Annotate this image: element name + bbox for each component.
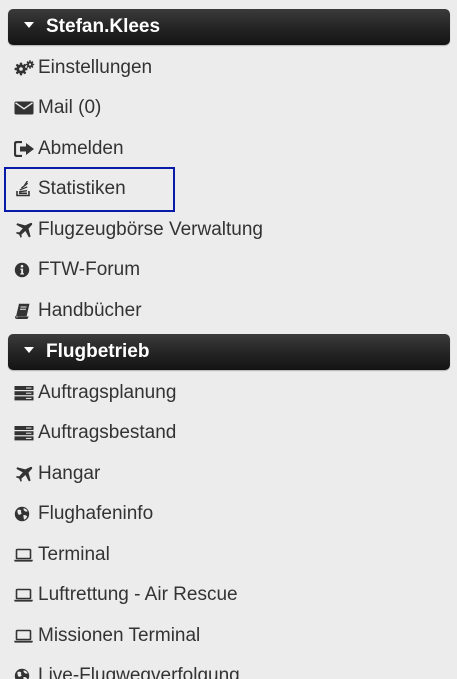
book-icon bbox=[14, 303, 36, 319]
menu-item-live-flugwegverfolgung[interactable]: Live-Flugwegverfolgung bbox=[0, 656, 457, 679]
menu-item-label: FTW-Forum bbox=[38, 259, 141, 280]
menu-item-label: Missionen Terminal bbox=[38, 625, 201, 646]
laptop-icon bbox=[14, 587, 36, 603]
plane-icon bbox=[14, 222, 36, 238]
menu-item-missionen-terminal[interactable]: Missionen Terminal bbox=[0, 616, 457, 656]
menu-item-label: Flughafeninfo bbox=[38, 503, 154, 524]
menu-item-label: Flugzeugbörse Verwaltung bbox=[38, 219, 263, 240]
menu-item-hangar[interactable]: Hangar bbox=[0, 454, 457, 494]
menu-item-flughafeninfo[interactable]: Flughafeninfo bbox=[0, 494, 457, 534]
menu-item-handbuecher[interactable]: Handbücher bbox=[0, 291, 457, 331]
info-icon bbox=[14, 262, 36, 278]
server-icon bbox=[14, 385, 36, 401]
globe-icon bbox=[14, 668, 36, 679]
menu-item-luftrettung[interactable]: Luftrettung - Air Rescue bbox=[0, 575, 457, 615]
menu-item-abmelden[interactable]: Abmelden bbox=[0, 129, 457, 169]
menu-item-label: Terminal bbox=[38, 544, 110, 565]
menu-item-ftw-forum[interactable]: FTW-Forum bbox=[0, 250, 457, 290]
menu-item-terminal[interactable]: Terminal bbox=[0, 535, 457, 575]
menu-item-label: Live-Flugwegverfolgung bbox=[38, 665, 240, 679]
menu-item-statistiken[interactable]: Statistiken bbox=[0, 169, 457, 209]
server-icon bbox=[14, 425, 36, 441]
menu-item-einstellungen[interactable]: Einstellungen bbox=[0, 48, 457, 88]
caret-down-icon bbox=[24, 21, 34, 28]
laptop-icon bbox=[14, 547, 36, 563]
menu-item-label: Statistiken bbox=[38, 178, 126, 199]
plane-icon bbox=[14, 466, 36, 482]
menu-item-flugzeugboerse[interactable]: Flugzeugbörse Verwaltung bbox=[0, 210, 457, 250]
sign-out-icon bbox=[14, 141, 36, 157]
menu-item-label: Handbücher bbox=[38, 300, 142, 321]
menu-item-label: Einstellungen bbox=[38, 57, 153, 78]
menu-item-mail[interactable]: Mail (0) bbox=[0, 88, 457, 128]
menu-item-label: Luftrettung - Air Rescue bbox=[38, 584, 238, 605]
menu-item-auftragsplanung[interactable]: Auftragsplanung bbox=[0, 373, 457, 413]
menu-item-label: Hangar bbox=[38, 463, 101, 484]
sidebar-menu: Stefan.Klees Einstellungen Mail (0) Abme… bbox=[0, 0, 457, 679]
menu-item-label: Auftragsplanung bbox=[38, 382, 177, 403]
menu-item-label: Abmelden bbox=[38, 138, 124, 159]
laptop-icon bbox=[14, 628, 36, 644]
section-header-user[interactable]: Stefan.Klees bbox=[8, 9, 450, 45]
caret-down-icon bbox=[24, 346, 34, 353]
globe-icon bbox=[14, 506, 36, 522]
menu-item-label: Auftragsbestand bbox=[38, 422, 177, 443]
section-title-user: Stefan.Klees bbox=[46, 16, 161, 37]
menu-item-auftragsbestand[interactable]: Auftragsbestand bbox=[0, 413, 457, 453]
section-header-flugbetrieb[interactable]: Flugbetrieb bbox=[8, 334, 450, 370]
section-title-flugbetrieb: Flugbetrieb bbox=[46, 341, 150, 362]
menu-item-label: Mail (0) bbox=[38, 97, 102, 118]
stack-icon bbox=[14, 181, 36, 197]
gears-icon bbox=[14, 60, 36, 76]
envelope-icon bbox=[14, 100, 36, 116]
